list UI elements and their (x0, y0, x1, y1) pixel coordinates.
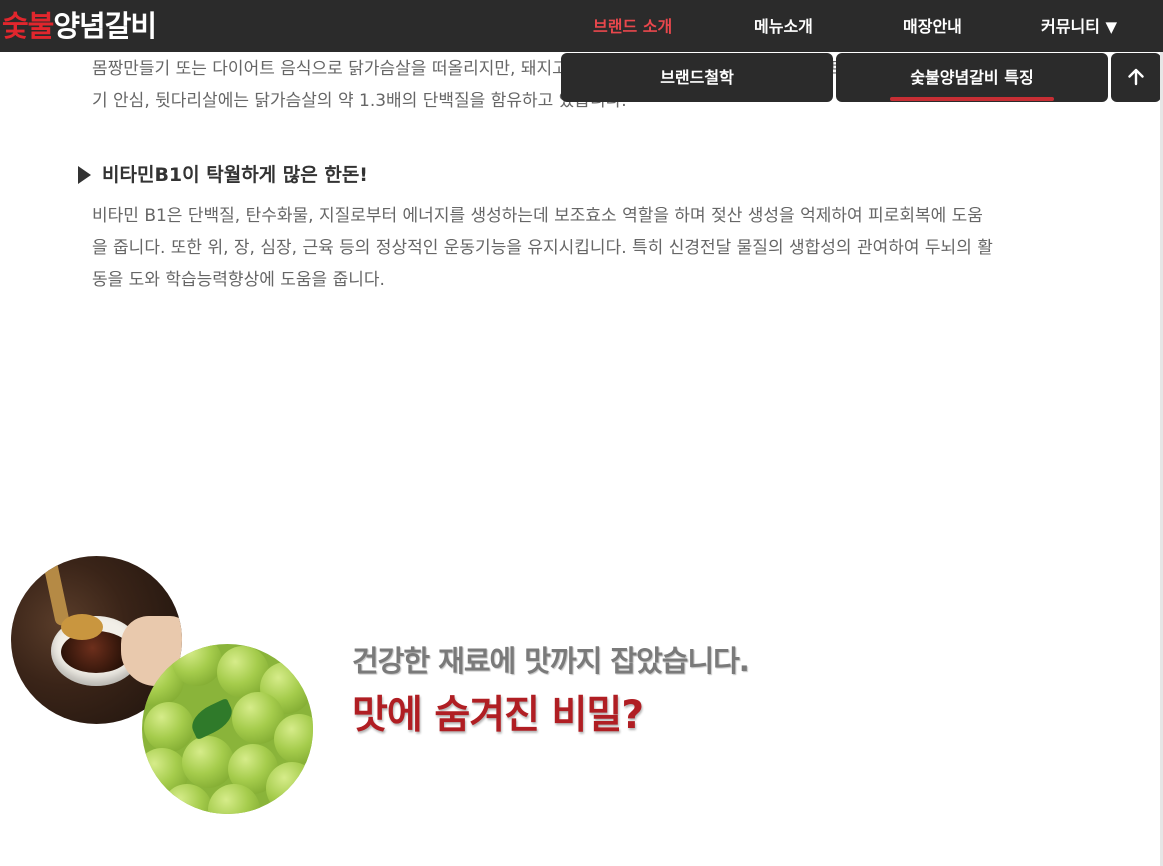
submenu-galbi-features[interactable]: 숯불양념갈비 특징 (836, 53, 1108, 102)
top-navigation-bar: 숯불양념갈비 브랜드 소개 메뉴소개 매장안내 커뮤니티 ▼ (0, 0, 1163, 52)
nav-brand-intro[interactable]: 브랜드 소개 (593, 0, 672, 52)
nav-menu-intro[interactable]: 메뉴소개 (754, 0, 813, 52)
triangle-bullet-icon (78, 166, 91, 184)
plum (172, 644, 222, 686)
leaf (186, 697, 238, 741)
green-plum-photo (142, 644, 313, 814)
wooden-spoon (41, 556, 71, 627)
nav-community-label: 커뮤니티 (1041, 17, 1100, 36)
plum (144, 702, 194, 752)
submenu-brand-philosophy[interactable]: 브랜드철학 (561, 53, 833, 102)
section-heading-text: 비타민B1이 탁월하게 많은 한돈! (102, 164, 368, 186)
plum (274, 714, 313, 764)
active-underline (890, 97, 1054, 101)
logo-text-white: 양념갈비 (53, 9, 157, 43)
section-heading: 비타민B1이 탁월하게 많은 한돈! (78, 160, 368, 190)
nav-store-info[interactable]: 매장안내 (903, 0, 962, 52)
submenu-galbi-features-label: 숯불양념갈비 특징 (910, 68, 1034, 87)
brand-logo[interactable]: 숯불양념갈비 (2, 6, 157, 46)
spoon-bowl (61, 614, 103, 640)
promo-headline: 맛에 숨겨진 비밀? (352, 693, 644, 738)
arrow-up-icon (1128, 68, 1144, 86)
logo-text-red: 숯불 (2, 9, 54, 43)
plum (182, 736, 234, 788)
section-paragraph: 비타민 B1은 단백질, 탄수화물, 지질로부터 에너지를 생성하는데 보조효소… (92, 206, 993, 290)
chevron-down-icon: ▼ (1105, 18, 1118, 36)
scroll-top-button[interactable] (1111, 53, 1161, 102)
submenu-brand-philosophy-label: 브랜드철학 (660, 68, 734, 87)
plum (266, 762, 313, 814)
nav-community[interactable]: 커뮤니티 ▼ (1041, 0, 1117, 52)
promo-tagline: 건강한 재료에 맛까지 잡았습니다. (352, 644, 750, 678)
